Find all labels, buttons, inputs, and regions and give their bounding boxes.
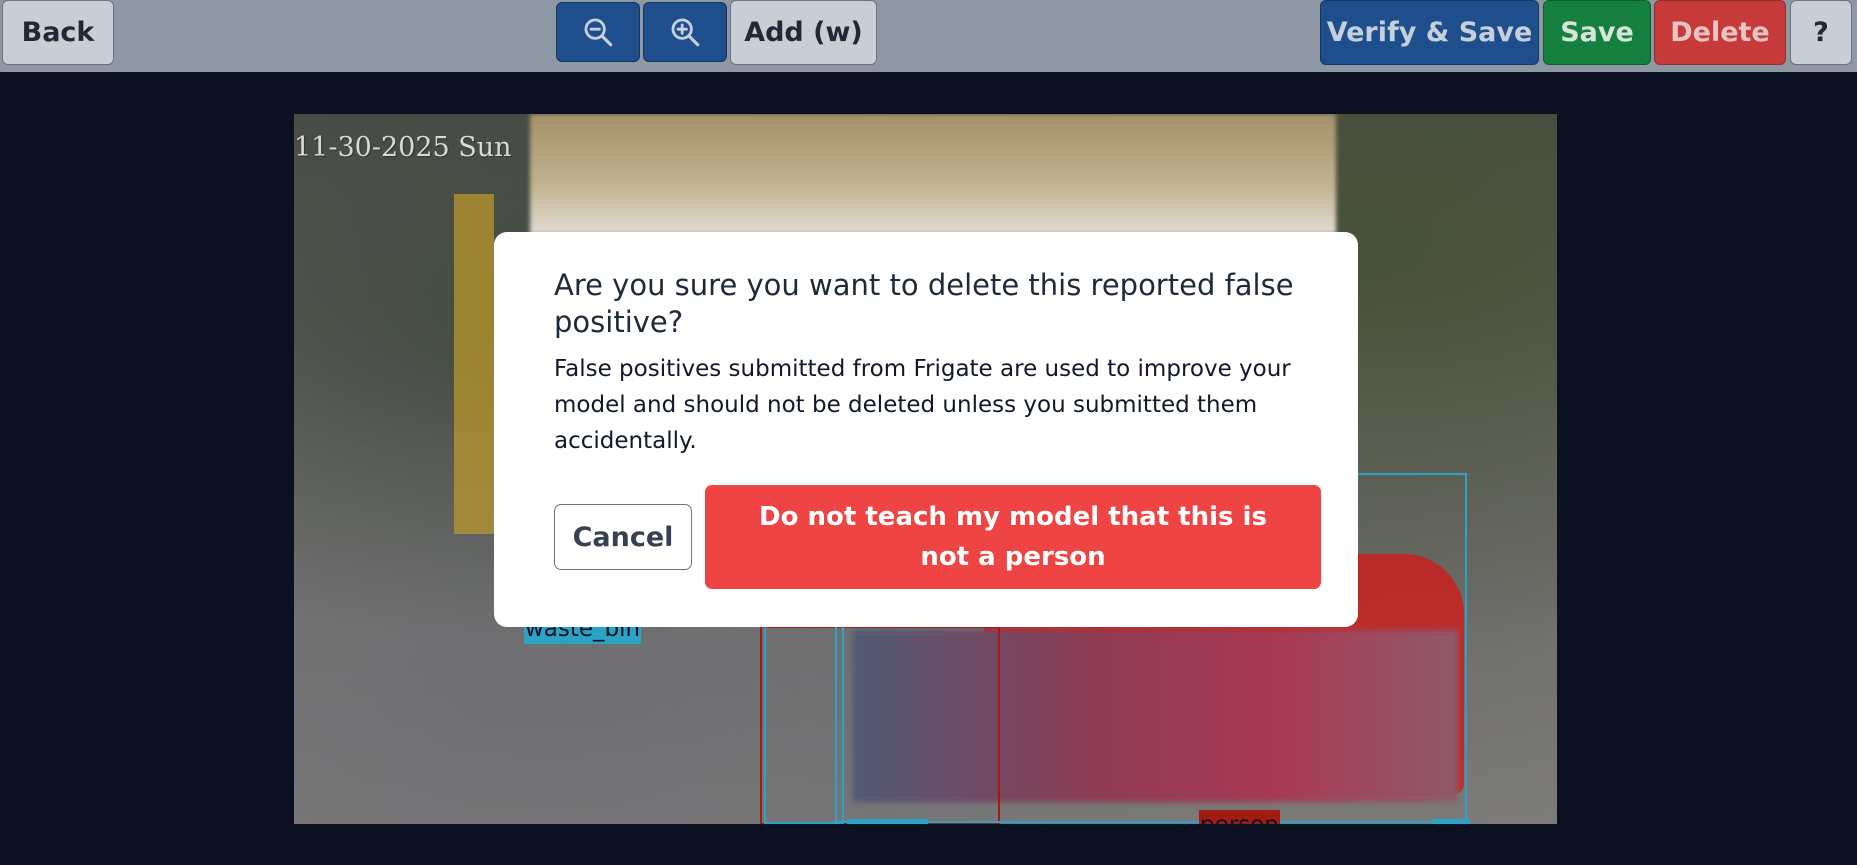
confirm-delete-button[interactable]: Do not teach my model that this is not a… (705, 485, 1321, 589)
delete-confirm-dialog: Are you sure you want to delete this rep… (494, 232, 1358, 627)
cancel-button[interactable]: Cancel (554, 504, 692, 570)
modal-overlay: Are you sure you want to delete this rep… (0, 0, 1857, 865)
dialog-title: Are you sure you want to delete this rep… (554, 268, 1294, 339)
dialog-description: False positives submitted from Frigate a… (554, 356, 1291, 454)
